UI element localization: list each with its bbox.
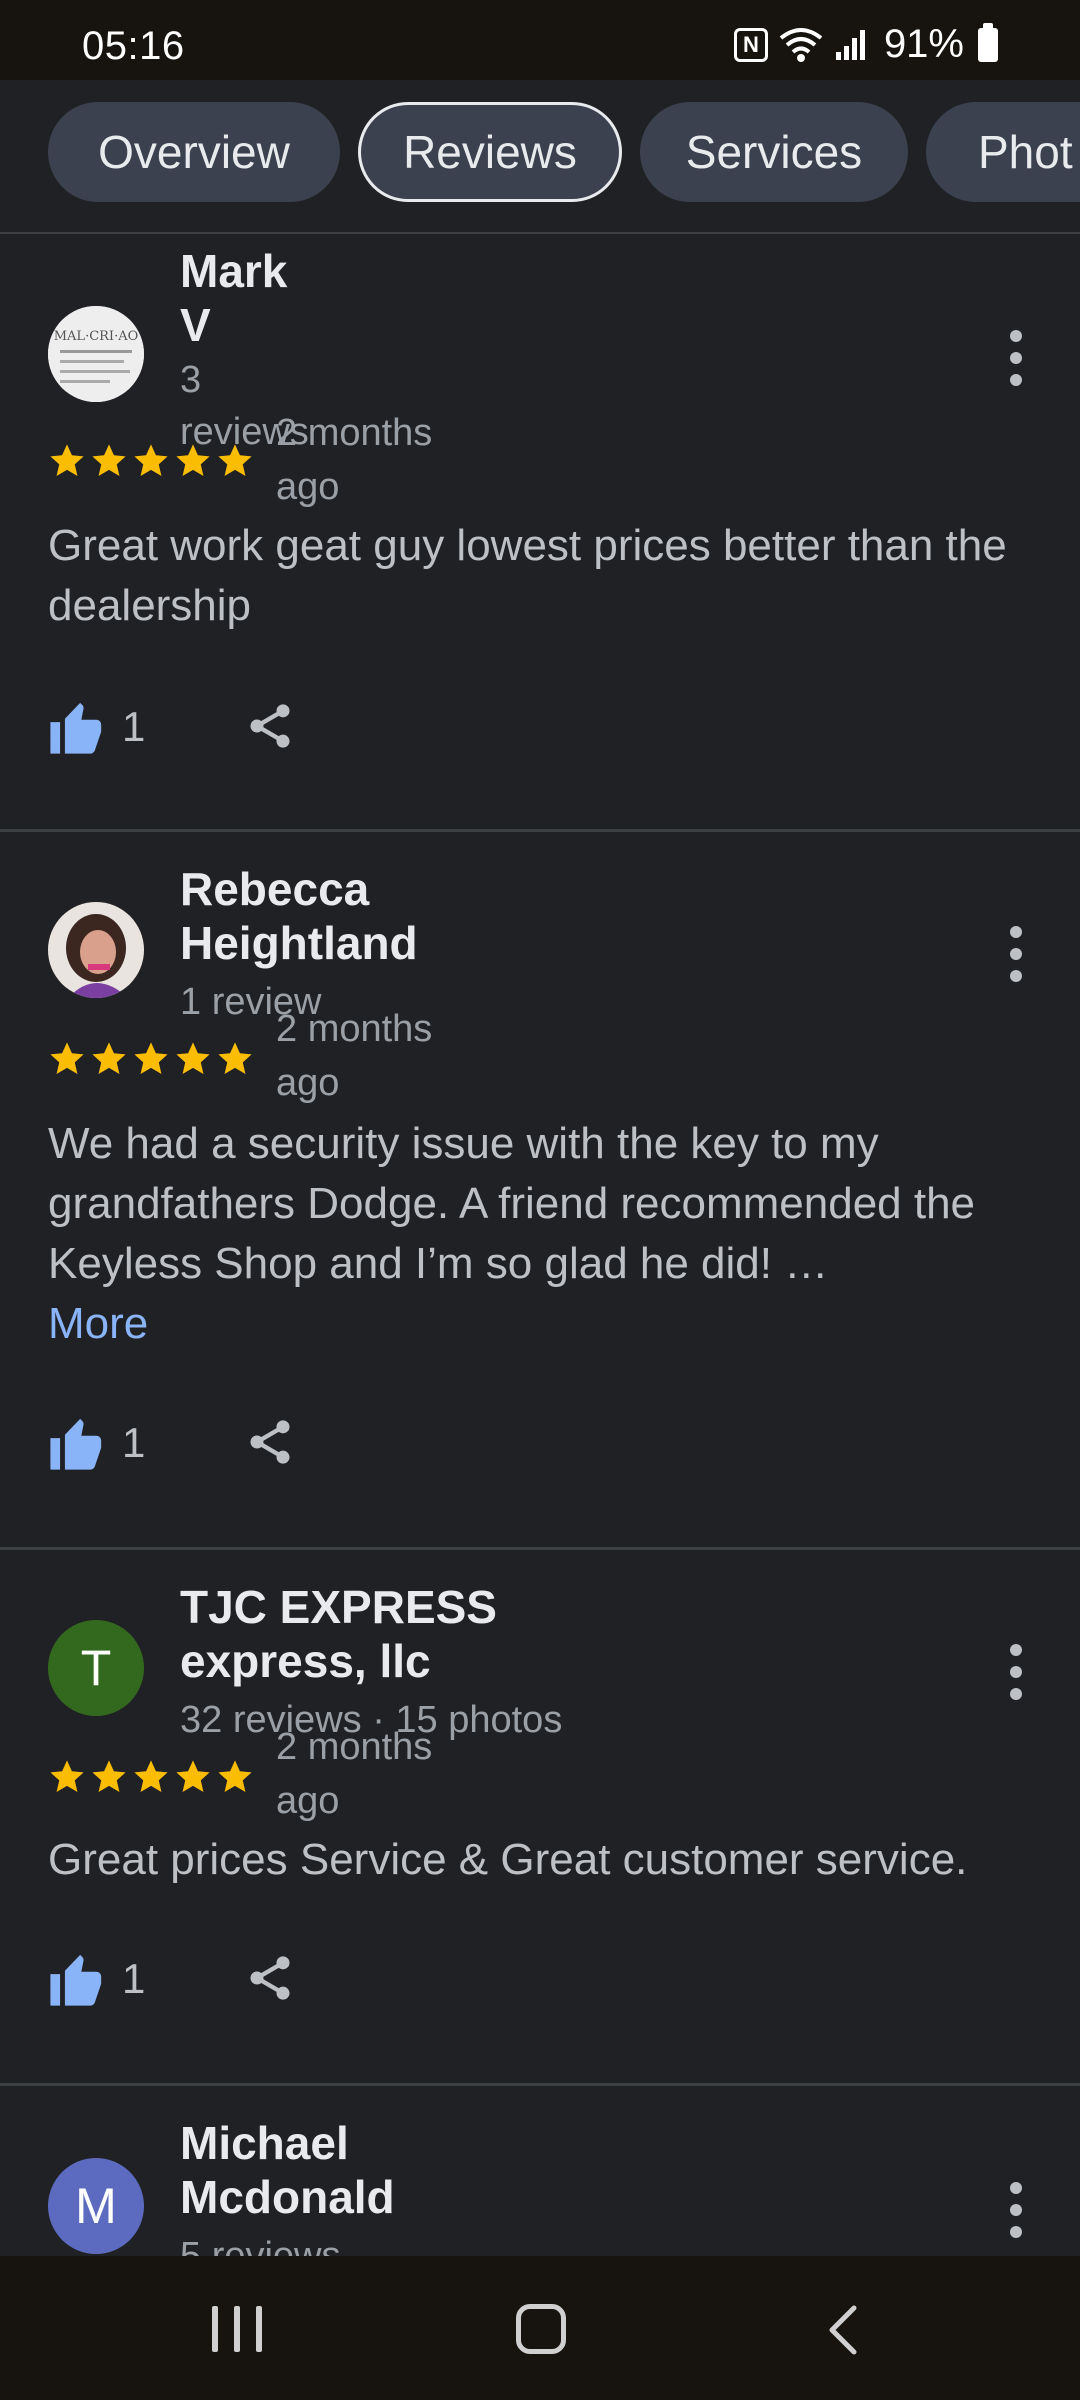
system-nav-bar [0, 2256, 1080, 2400]
more-vert-icon[interactable] [1006, 330, 1026, 386]
reviewer-name[interactable]: Rebecca Heightland [180, 862, 418, 970]
thumbs-up-icon [50, 1954, 102, 2006]
review-text: Great prices Service & Great customer se… [48, 1835, 968, 1884]
star-icon [50, 1042, 84, 1075]
star-rating [48, 1758, 254, 1796]
share-icon[interactable] [244, 700, 296, 752]
star-icon [92, 444, 126, 477]
recent-apps-icon[interactable] [212, 2306, 262, 2352]
like-button[interactable]: 1 [48, 700, 145, 754]
reviewer-meta: 5 reviews [180, 2235, 341, 2256]
reviewer-name[interactable]: Michael Mcdonald [180, 2116, 395, 2224]
star-icon [92, 1042, 126, 1075]
share-icon[interactable] [244, 1416, 296, 1468]
battery-icon [978, 22, 998, 62]
avatar-image-icon: MAL·CRI·AO [48, 306, 144, 402]
more-vert-icon[interactable] [1006, 1644, 1026, 1700]
share-icon[interactable] [244, 1952, 296, 2004]
review-time: 2 months ago [276, 1726, 433, 1822]
tab-reviews[interactable]: Reviews [358, 102, 622, 202]
back-icon[interactable] [826, 2304, 860, 2356]
svg-text:MAL·CRI·AO: MAL·CRI·AO [54, 329, 139, 344]
more-vert-icon[interactable] [1006, 926, 1026, 982]
star-icon [134, 444, 168, 477]
review-time: 2 months ago [276, 1008, 433, 1104]
star-icon [218, 1760, 252, 1793]
star-icon [218, 444, 252, 477]
star-icon [218, 1042, 252, 1075]
like-count: 1 [122, 1419, 146, 1466]
star-rating [48, 1040, 254, 1078]
nfc-icon: N [733, 27, 768, 62]
avatar[interactable]: MAL·CRI·AO [48, 306, 144, 402]
review-item: M Michael Mcdonald 5 reviews [0, 2086, 1080, 2256]
thumbs-up-icon [50, 1418, 102, 1470]
review-text: Great work geat guy lowest prices better… [48, 521, 1007, 630]
more-vert-icon[interactable] [1006, 2182, 1026, 2238]
star-icon [50, 444, 84, 477]
star-icon [134, 1042, 168, 1075]
signal-icon [835, 29, 865, 60]
reviewer-name[interactable]: Mark V [180, 244, 287, 352]
more-link[interactable]: More [48, 1299, 148, 1348]
star-icon [50, 1760, 84, 1793]
reviews-list[interactable]: MAL·CRI·AO Mark V 3 reviews 2 months ago [0, 234, 1080, 2256]
review-item: Rebecca Heightland 1 review 2 months ago… [0, 832, 1080, 1550]
review-time: 2 months ago [276, 412, 433, 508]
avatar[interactable] [48, 902, 144, 998]
tab-bar: Overview Reviews Services Phot [0, 80, 1080, 234]
status-time: 05:16 [82, 24, 185, 68]
like-count: 1 [122, 1955, 146, 2002]
review-text: We had a security issue with the key to … [48, 1119, 976, 1348]
home-icon[interactable] [516, 2304, 566, 2354]
wifi-icon [779, 27, 823, 62]
review-item: MAL·CRI·AO Mark V 3 reviews 2 months ago [0, 234, 1080, 832]
star-icon [92, 1760, 126, 1793]
like-count: 1 [122, 703, 146, 750]
review-item: T TJC EXPRESS express, llc 32 reviews · … [0, 1550, 1080, 2086]
reviewer-name[interactable]: TJC EXPRESS express, llc [180, 1580, 497, 1688]
avatar-photo-icon [48, 902, 144, 998]
battery-percentage: 91% [883, 22, 964, 66]
tab-overview[interactable]: Overview [48, 102, 340, 202]
star-rating [48, 442, 254, 480]
like-button[interactable]: 1 [48, 1952, 145, 2006]
avatar[interactable]: T [48, 1620, 144, 1716]
thumbs-up-icon [50, 702, 102, 754]
status-bar: 05:16 N 91% [0, 0, 1080, 80]
star-icon [134, 1760, 168, 1793]
star-icon [176, 1760, 210, 1793]
tab-services[interactable]: Services [640, 102, 908, 202]
star-icon [176, 1042, 210, 1075]
like-button[interactable]: 1 [48, 1416, 145, 1470]
tab-photos[interactable]: Phot [926, 102, 1080, 202]
status-icons: N 91% [733, 22, 998, 67]
star-icon [176, 444, 210, 477]
avatar[interactable]: M [48, 2158, 144, 2254]
